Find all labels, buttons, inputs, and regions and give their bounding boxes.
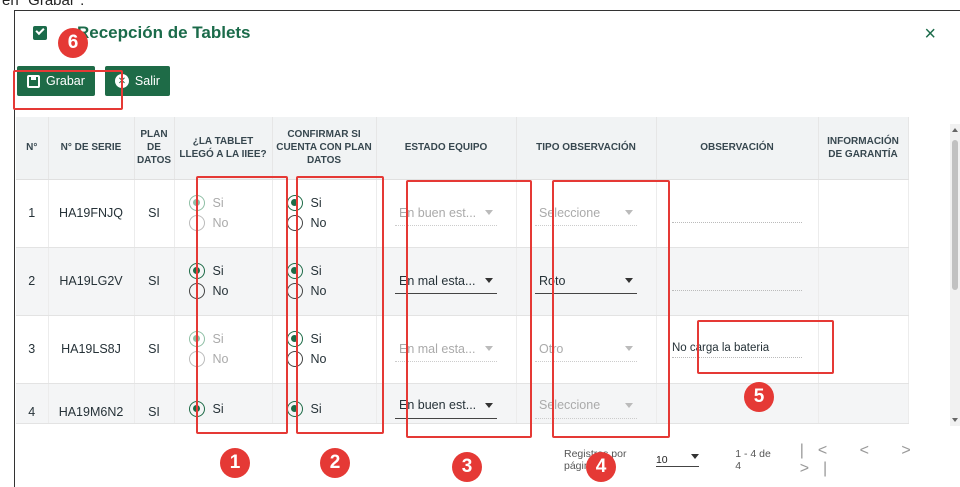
cell-num: 2 (16, 247, 49, 316)
highlight-observacion-cell (697, 320, 834, 374)
observacion-input[interactable] (672, 269, 802, 291)
highlight-confirma-column (296, 176, 384, 434)
close-icon[interactable]: × (924, 23, 936, 46)
checklist-icon (33, 26, 47, 40)
cell-serie: HA19LS8J (48, 315, 135, 384)
cell-plan: SI (134, 247, 175, 316)
scrollbar-thumb[interactable] (952, 140, 958, 290)
col-header-observacion: OBSERVACIÓN (656, 117, 819, 180)
exit-button-label: Salir (134, 74, 160, 88)
caption-text: en "Grabar". (2, 0, 85, 9)
cell-observacion (656, 383, 819, 424)
annotation-badge-2: 2 (320, 448, 350, 478)
cell-num: 3 (16, 315, 49, 384)
col-header-serie: N° DE SERIE (48, 117, 135, 180)
chevron-down-icon (691, 453, 700, 459)
page-range: 1 - 4 de 4 (735, 448, 771, 472)
annotation-badge-4: 4 (586, 452, 616, 482)
col-header-llego: ¿LA TABLET LLEGÓ A LA IIEE? (174, 117, 273, 180)
cell-observacion (656, 179, 819, 248)
col-header-tipo: TIPO OBSERVACIÓN (516, 117, 657, 180)
col-header-plan: PLAN DE DATOS (134, 117, 175, 180)
col-header-confirma: CONFIRMAR SI CUENTA CON PLAN DATOS (272, 117, 377, 180)
highlight-llego-column (196, 176, 288, 434)
observacion-input[interactable] (672, 201, 802, 223)
col-header-garantia: INFORMACIÓN DE GARANTÍA (818, 117, 909, 180)
highlight-save-button (13, 70, 123, 110)
cell-observacion (656, 247, 819, 316)
table-scrollbar[interactable] (950, 124, 960, 426)
col-header-estado: ESTADO EQUIPO (376, 117, 517, 180)
pagination: Registros por página 10 1 - 4 de 4 |< < … (564, 442, 960, 478)
page-nav-icons[interactable]: |< < > >| (800, 442, 960, 478)
annotation-badge-1: 1 (220, 448, 250, 478)
highlight-tipo-column (552, 180, 670, 438)
cell-num: 1 (16, 179, 49, 248)
cell-num: 4 (16, 383, 49, 424)
cell-garantia (818, 247, 909, 316)
highlight-estado-column (406, 180, 532, 438)
annotation-badge-3: 3 (452, 452, 482, 482)
cell-serie: HA19LG2V (48, 247, 135, 316)
col-header-num: N° (16, 117, 49, 180)
dialog-title: Recepción de Tablets (77, 23, 251, 42)
scroll-down-icon[interactable] (952, 418, 958, 422)
cell-plan: SI (134, 383, 175, 424)
table-header-row: N° N° DE SERIE PLAN DE DATOS ¿LA TABLET … (16, 117, 909, 180)
annotation-badge-5: 5 (744, 382, 774, 412)
annotation-badge-6: 6 (58, 28, 88, 58)
cell-serie: HA19M6N2 (48, 383, 135, 424)
rows-per-page-select[interactable]: 10 (655, 453, 700, 467)
cell-garantia (818, 179, 909, 248)
cell-plan: SI (134, 179, 175, 248)
cell-garantia (818, 383, 909, 424)
scroll-up-icon[interactable] (952, 128, 958, 132)
cell-serie: HA19FNJQ (48, 179, 135, 248)
cell-plan: SI (134, 315, 175, 384)
